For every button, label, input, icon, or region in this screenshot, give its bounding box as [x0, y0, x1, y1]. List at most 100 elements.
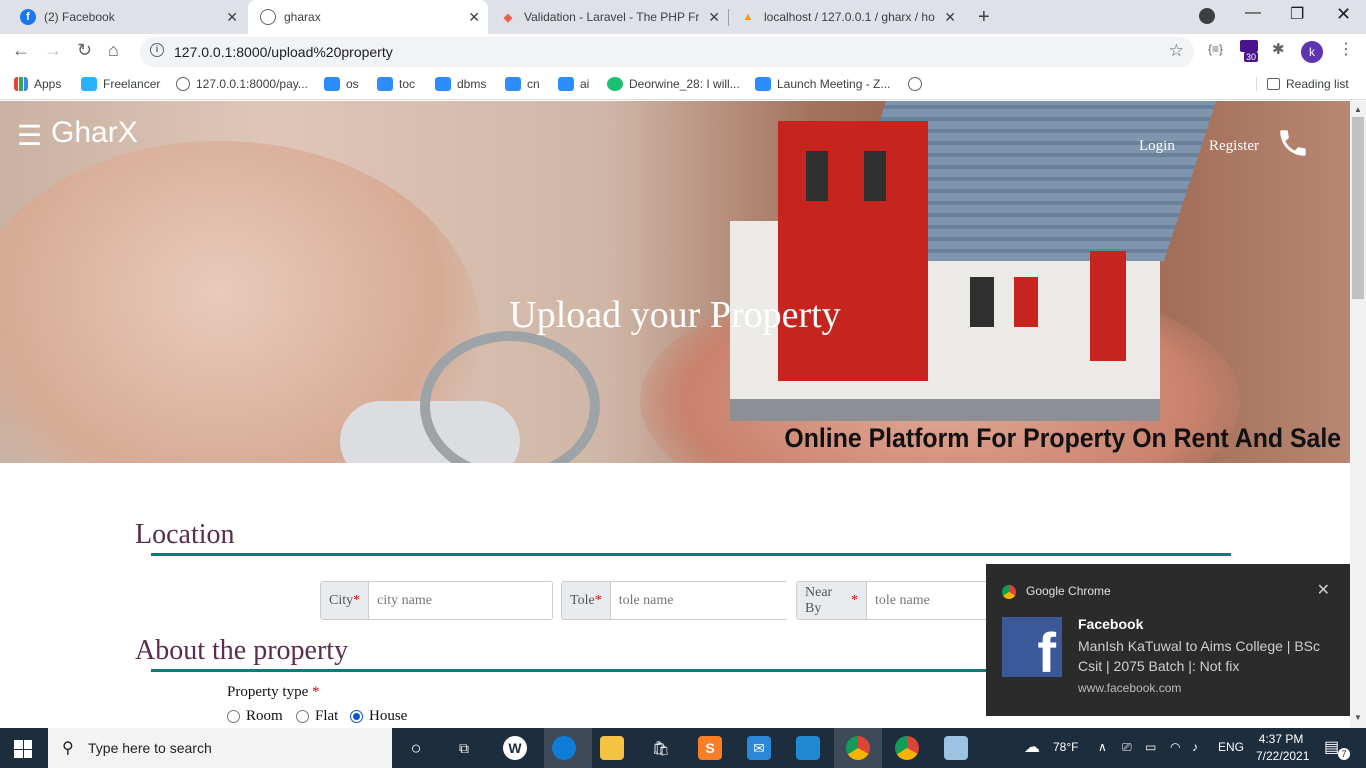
- bookmark-os[interactable]: os: [324, 77, 359, 91]
- tole-label: Tole *: [562, 582, 611, 619]
- language-indicator[interactable]: ENG: [1218, 740, 1244, 754]
- radio-circle[interactable]: [227, 710, 240, 723]
- chrome-notification[interactable]: Google Chrome ✕ f Facebook ManIsh KaTuwa…: [986, 564, 1350, 716]
- bookmark-cn[interactable]: cn: [505, 77, 540, 91]
- address-bar[interactable]: i 127.0.0.1:8000/upload%20property ☆: [140, 37, 1194, 67]
- volume-icon[interactable]: ♪: [1192, 740, 1198, 754]
- about-heading: About the property: [135, 635, 349, 666]
- menu-icon[interactable]: ☰: [17, 119, 42, 152]
- meet-now-icon[interactable]: ⎚: [1122, 740, 1132, 755]
- bookmark-localhost-pay[interactable]: 127.0.0.1:8000/pay...: [176, 77, 308, 91]
- reading-list-button[interactable]: Reading list: [1256, 77, 1349, 91]
- home-icon[interactable]: ⌂: [108, 40, 119, 61]
- tole-input-group: Tole *: [561, 581, 788, 620]
- radio-house[interactable]: House: [350, 708, 407, 725]
- tab-phpmyadmin[interactable]: ▲ localhost / 127.0.0.1 / gharx / ho ✕: [728, 0, 964, 34]
- weather-icon[interactable]: ☁: [1024, 737, 1040, 757]
- windows-taskbar: ⚲ Type here to search ○ ⧉ W 🛍 S ✉ ☁ 78°F…: [0, 728, 1366, 768]
- action-center-icon[interactable]: ▤: [1324, 737, 1339, 757]
- bookmark-deorwine[interactable]: Deorwine_28: I will...: [607, 77, 740, 91]
- scrollbar-thumb[interactable]: [1352, 117, 1364, 299]
- tab-facebook[interactable]: f (2) Facebook ✕: [8, 0, 246, 34]
- edge-icon[interactable]: [552, 736, 576, 760]
- bookmark-label: toc: [399, 77, 416, 91]
- radio-circle[interactable]: [296, 710, 309, 723]
- sublime-text-icon[interactable]: S: [698, 736, 722, 760]
- tab-laravel[interactable]: ◈ Validation - Laravel - The PHP Fra ✕: [488, 0, 728, 34]
- tab-label: gharax: [284, 10, 321, 24]
- login-link[interactable]: Login: [1139, 138, 1175, 155]
- zoom-icon: [755, 77, 771, 91]
- tab-label: Validation - Laravel - The PHP Fra: [524, 10, 699, 24]
- task-view-icon[interactable]: ⧉: [452, 736, 476, 760]
- close-window-button[interactable]: ✕: [1336, 4, 1351, 25]
- chrome-icon[interactable]: [895, 736, 919, 760]
- tole-input[interactable]: [610, 582, 788, 619]
- house-window: [806, 151, 828, 201]
- extension-cap-icon[interactable]: 30: [1240, 40, 1259, 62]
- chevron-up-icon[interactable]: ∧: [1098, 740, 1107, 754]
- app-icon[interactable]: [944, 736, 968, 760]
- json-extension-icon[interactable]: {≡}: [1208, 42, 1223, 56]
- battery-icon[interactable]: ▭: [1145, 740, 1156, 754]
- radio-room[interactable]: Room: [227, 708, 283, 725]
- tab-gharax[interactable]: gharax ✕: [248, 0, 488, 34]
- reload-icon[interactable]: ↻: [77, 40, 92, 61]
- close-icon[interactable]: ✕: [1317, 580, 1330, 600]
- page-scrollbar[interactable]: ▲ ▼: [1350, 101, 1366, 728]
- menu-dots-icon[interactable]: ⋮: [1338, 39, 1354, 59]
- app-icon[interactable]: W: [503, 736, 527, 760]
- restore-button[interactable]: ❐: [1290, 4, 1304, 24]
- store-icon[interactable]: 🛍: [649, 736, 673, 760]
- tab-label: (2) Facebook: [44, 10, 115, 24]
- bookmark-freelancer[interactable]: Freelancer: [81, 77, 160, 91]
- hero-tagline: Online Platform For Property On Rent And…: [784, 423, 1341, 453]
- bookmark-apps[interactable]: Apps: [14, 77, 61, 91]
- bookmark-star-icon[interactable]: ☆: [1169, 41, 1184, 61]
- taskbar-search[interactable]: ⚲ Type here to search: [48, 728, 392, 768]
- bookmark-globe[interactable]: [908, 77, 928, 91]
- bookmark-ai[interactable]: ai: [558, 77, 589, 91]
- weather-temp[interactable]: 78°F: [1053, 740, 1078, 754]
- site-logo[interactable]: GharX: [51, 116, 138, 150]
- chrome-icon[interactable]: [846, 736, 870, 760]
- close-icon[interactable]: ✕: [708, 9, 720, 26]
- close-icon[interactable]: ✕: [468, 9, 480, 26]
- bookmark-launch-meeting[interactable]: Launch Meeting - Z...: [755, 77, 890, 91]
- windows-start-icon[interactable]: [14, 740, 32, 758]
- phone-icon[interactable]: [1276, 126, 1310, 160]
- mail-icon[interactable]: ✉: [747, 736, 771, 760]
- bookmark-label: cn: [527, 77, 540, 91]
- radio-circle-selected[interactable]: [350, 710, 363, 723]
- zoom-icon: [435, 77, 451, 91]
- chrome-icon: [1002, 585, 1016, 599]
- radio-flat[interactable]: Flat: [296, 708, 338, 725]
- globe-icon: [908, 77, 922, 91]
- register-link[interactable]: Register: [1209, 138, 1259, 155]
- back-icon[interactable]: ←: [12, 40, 30, 61]
- forward-icon[interactable]: →: [44, 40, 62, 61]
- wifi-icon[interactable]: ◠: [1170, 740, 1180, 754]
- keyring-image: [420, 331, 600, 463]
- file-explorer-icon[interactable]: [600, 736, 624, 760]
- minimize-button[interactable]: —: [1245, 4, 1261, 22]
- avatar[interactable]: k: [1301, 41, 1323, 63]
- scroll-up-icon[interactable]: ▲: [1354, 105, 1362, 114]
- cortana-icon[interactable]: ○: [404, 736, 428, 760]
- radio-label: Flat: [315, 708, 339, 724]
- city-input[interactable]: [369, 582, 553, 619]
- puzzle-icon[interactable]: ✱: [1272, 40, 1285, 58]
- info-icon[interactable]: i: [150, 43, 164, 57]
- radio-label: Room: [246, 708, 283, 724]
- close-icon[interactable]: ✕: [226, 9, 238, 26]
- bookmark-toc[interactable]: toc: [377, 77, 415, 91]
- nearby-input[interactable]: [867, 582, 995, 619]
- vscode-icon[interactable]: [796, 736, 820, 760]
- tab-search-icon[interactable]: [1199, 8, 1215, 24]
- bookmark-dbms[interactable]: dbms: [435, 77, 486, 91]
- scroll-down-icon[interactable]: ▼: [1354, 713, 1362, 722]
- zoom-icon: [324, 77, 340, 91]
- new-tab-button[interactable]: +: [978, 6, 990, 29]
- system-clock[interactable]: 4:37 PM 7/22/2021: [1256, 731, 1309, 765]
- close-icon[interactable]: ✕: [944, 9, 956, 26]
